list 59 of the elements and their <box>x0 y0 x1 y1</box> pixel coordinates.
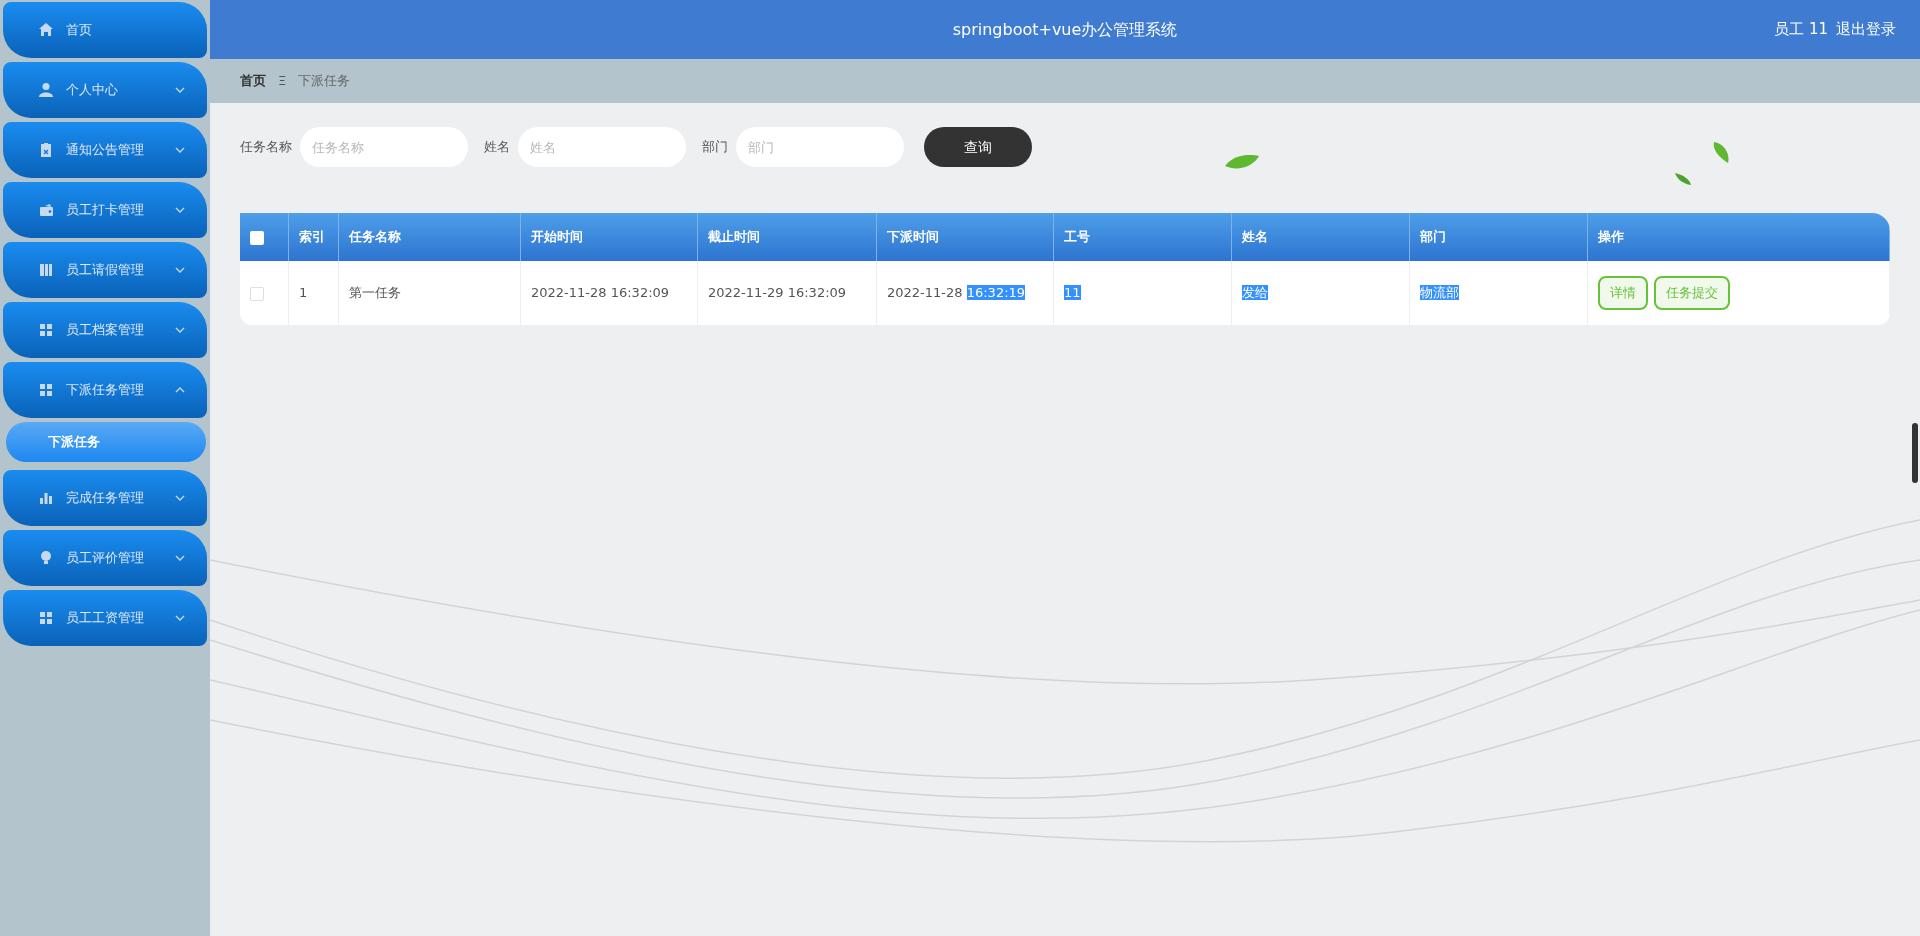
sidebar-menu-item[interactable]: 完成任务管理 <box>3 470 207 526</box>
sidebar-menu-item[interactable]: 个人中心 <box>3 62 207 118</box>
search-field[interactable]: 任务名称 <box>300 127 468 167</box>
scrollbar-thumb[interactable] <box>1912 423 1918 483</box>
bar-chart-icon <box>38 490 54 506</box>
table-cell: 物流部 <box>1410 261 1588 325</box>
table-cell: 2022-11-28 16:32:09 <box>521 261 698 325</box>
sidebar-menu-item[interactable]: 员工请假管理 <box>3 242 207 298</box>
leaf-drawing <box>1712 140 1730 164</box>
book-icon <box>38 262 54 278</box>
sidebar-menu-item[interactable]: 员工打卡管理 <box>3 182 207 238</box>
table-cell: 第一任务 <box>339 261 521 325</box>
column-header: 姓名 <box>1232 213 1410 261</box>
sidebar-menu-item[interactable]: 员工档案管理 <box>3 302 207 358</box>
column-header: 部门 <box>1410 213 1588 261</box>
grid-icon <box>38 382 54 398</box>
grid-icon <box>38 610 54 626</box>
breadcrumb-item[interactable]: 首页 <box>240 71 266 91</box>
table-cell: 11 <box>1054 261 1232 325</box>
search-field[interactable]: 姓名 <box>518 127 686 167</box>
action-button[interactable]: 任务提交 <box>1654 276 1730 310</box>
sidebar-menu-item[interactable]: 首页 <box>3 2 207 58</box>
sidebar-menu-item[interactable]: 员工工资管理 <box>3 590 207 646</box>
checkbox[interactable] <box>250 286 264 301</box>
wallet-icon <box>38 202 54 218</box>
lightbulb-icon <box>38 550 54 566</box>
column-header: 开始时间 <box>521 213 698 261</box>
field-label: 姓名 <box>484 138 510 157</box>
search-button[interactable]: 查询 <box>924 127 1032 167</box>
table-cell: 发给 <box>1232 261 1410 325</box>
action-button[interactable]: 详情 <box>1598 276 1648 310</box>
column-header: 工号 <box>1054 213 1232 261</box>
cell-text: 2022-11-28 <box>887 285 964 301</box>
column-header: 下派时间 <box>877 213 1054 261</box>
leaf-drawing <box>1674 172 1692 186</box>
column-header: 操作 <box>1588 213 1890 261</box>
table-cell: 1 <box>289 261 339 325</box>
sidebar-menu-item[interactable]: 员工评价管理 <box>3 530 207 586</box>
breadcrumb-separator: Ξ <box>278 72 287 91</box>
person-icon <box>38 82 54 98</box>
grid-icon <box>38 322 54 338</box>
app-title: springboot+vue办公管理系统 <box>952 18 1178 41</box>
logout-link[interactable]: 退出登录 <box>1836 18 1896 41</box>
checkbox[interactable] <box>250 230 264 245</box>
field-label: 部门 <box>702 138 728 157</box>
column-header: 截止时间 <box>698 213 877 261</box>
field-label: 任务名称 <box>240 138 292 157</box>
column-header: 索引 <box>289 213 339 261</box>
breadcrumb-item: 下派任务 <box>298 72 351 91</box>
sidebar-submenu-item[interactable]: 下派任务 <box>6 422 206 462</box>
search-field[interactable]: 部门 <box>736 127 904 167</box>
sidebar-menu-item[interactable]: 下派任务管理 <box>3 362 207 418</box>
table-cell: 2022-11-29 16:32:09 <box>698 261 877 325</box>
cell-text: 16:32:19 <box>966 285 1026 301</box>
sidebar-menu-item[interactable]: 通知公告管理 <box>3 122 207 178</box>
column-header: 任务名称 <box>339 213 521 261</box>
home-icon <box>38 22 54 38</box>
clipboard-icon <box>38 142 54 158</box>
user-name: 员工 11 <box>1774 19 1828 41</box>
